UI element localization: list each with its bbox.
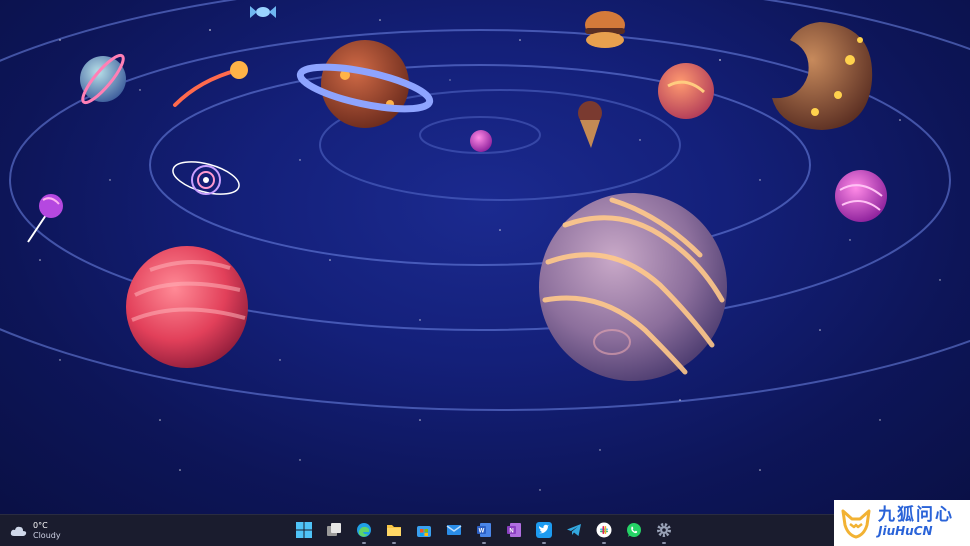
weather-temperature: 0°C — [33, 521, 48, 530]
taskbar: 0°C Cloudy W N — [0, 514, 970, 546]
settings-button[interactable] — [652, 518, 676, 544]
weather-condition: Cloudy — [33, 531, 61, 540]
slack-icon — [596, 522, 612, 538]
mail-icon — [446, 525, 462, 535]
lollipop — [27, 194, 63, 243]
desktop-wallpaper — [0, 0, 970, 514]
store-icon — [417, 526, 431, 537]
space-scene — [0, 0, 970, 491]
red-planet — [126, 246, 248, 368]
twitter-icon — [536, 522, 552, 538]
svg-text:W: W — [479, 529, 485, 535]
watermark-text-cn: 九狐问心 — [878, 505, 954, 525]
task-view-icon — [327, 523, 341, 536]
striped-planet — [539, 193, 727, 381]
watermark-text-en: JiuHuCN — [878, 524, 933, 538]
whatsapp-icon — [627, 523, 641, 537]
mail-button[interactable] — [442, 518, 466, 542]
watermark: 九狐问心 JiuHuCN — [834, 500, 970, 546]
start-button[interactable] — [292, 518, 316, 542]
onenote-icon: N — [507, 523, 521, 537]
whatsapp-button[interactable] — [622, 518, 646, 542]
telegram-button[interactable] — [562, 518, 586, 542]
swirl-atom — [172, 161, 240, 195]
comet — [173, 61, 248, 107]
cookie-moon — [772, 22, 873, 130]
taskbar-apps: W N — [292, 518, 676, 544]
svg-text:N: N — [509, 529, 513, 535]
fox-logo-icon — [841, 509, 871, 539]
small-pink-planet — [470, 130, 492, 152]
edge-button[interactable] — [352, 518, 376, 544]
folder-icon — [387, 525, 401, 536]
ringed-planet — [296, 40, 434, 128]
file-explorer-button[interactable] — [382, 518, 406, 544]
wrapped-candy — [250, 6, 276, 18]
twitter-button[interactable] — [532, 518, 556, 544]
burger — [585, 11, 625, 48]
windows-logo-icon — [296, 522, 312, 538]
task-view-button[interactable] — [322, 518, 346, 542]
pink-candy-planet — [835, 170, 887, 222]
slack-button[interactable] — [592, 518, 616, 544]
ice-cream — [578, 101, 602, 148]
edge-icon — [357, 523, 371, 537]
orange-planet — [658, 63, 714, 119]
gear-icon — [657, 523, 671, 537]
store-button[interactable] — [412, 518, 436, 542]
word-button[interactable]: W — [472, 518, 496, 544]
weather-widget[interactable]: 0°C Cloudy — [10, 519, 61, 543]
telegram-icon — [567, 524, 581, 536]
onenote-button[interactable]: N — [502, 518, 526, 542]
cloud-icon — [10, 526, 27, 536]
word-icon: W — [477, 523, 491, 537]
